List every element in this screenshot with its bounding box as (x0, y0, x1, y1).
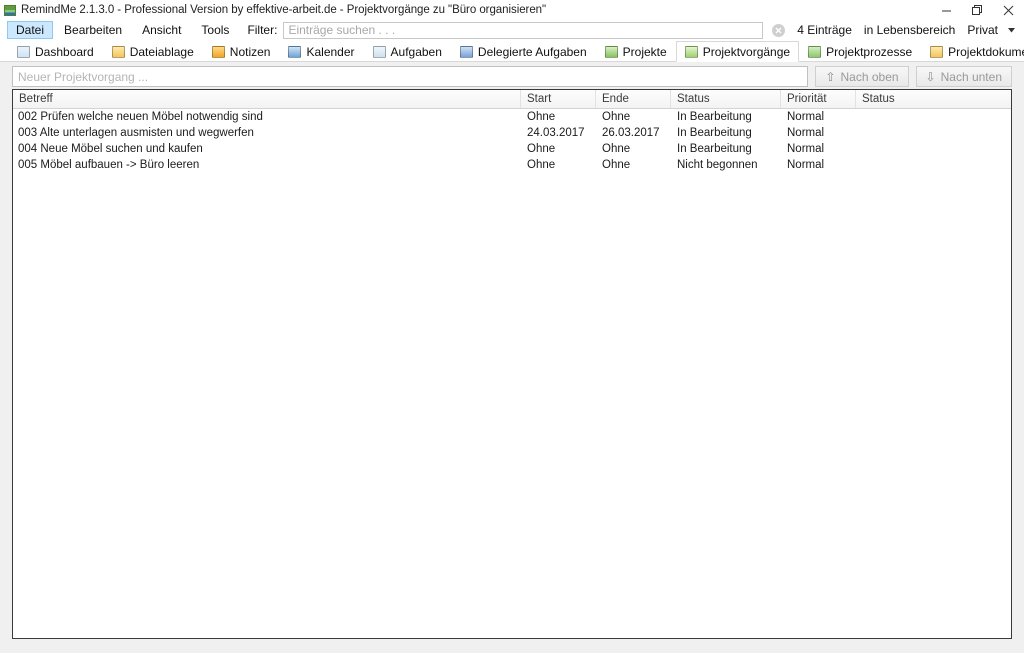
title-bar: RemindMe 2.1.3.0 - Professional Version … (0, 0, 1024, 20)
module-tab-strip: Dashboard Dateiablage Notizen Kalender A… (0, 41, 1024, 62)
cell-prioritaet: Normal (787, 127, 825, 139)
arrow-down-icon: ⇩ (925, 69, 936, 84)
cell-start: Ohne (527, 111, 556, 123)
new-item-toolbar: Neuer Projektvorgang ... ⇧ Nach oben ⇩ N… (12, 66, 1012, 87)
close-button[interactable] (993, 0, 1024, 20)
tab-projekte[interactable]: Projekte (596, 41, 676, 61)
tab-projektdokumente[interactable]: Projektdokumente (921, 41, 1024, 61)
cell-prioritaet: Normal (787, 159, 825, 171)
table-row[interactable]: 002 Prüfen welche neuen Möbel notwendig … (13, 109, 1011, 125)
content-area: Neuer Projektvorgang ... ⇧ Nach oben ⇩ N… (0, 62, 1024, 653)
scope-label: in Lebensbereich (863, 23, 956, 37)
column-header-ende[interactable]: Ende (596, 90, 671, 108)
cell-ende: Ohne (602, 143, 631, 155)
notes-icon (211, 45, 225, 58)
tab-label: Delegierte Aufgaben (477, 44, 587, 59)
cell-status: In Bearbeitung (677, 127, 752, 139)
projektvorgaenge-list: Betreff Start Ende Status Priorität Stat… (12, 89, 1012, 639)
project-processes-icon (808, 45, 822, 58)
tab-kalender[interactable]: Kalender (279, 41, 363, 61)
filter-placeholder: Einträge suchen . . . (288, 23, 396, 37)
cell-betreff: 004 Neue Möbel suchen und kaufen (18, 143, 203, 155)
column-header-prioritaet[interactable]: Priorität (781, 90, 856, 108)
delegated-tasks-icon (459, 45, 473, 58)
cell-betreff: 003 Alte unterlagen ausmisten und wegwer… (18, 127, 254, 139)
scope-select[interactable]: Privat (967, 23, 998, 37)
tab-projektprozesse[interactable]: Projektprozesse (799, 41, 921, 61)
column-header-betreff[interactable]: Betreff (13, 90, 521, 108)
table-row[interactable]: 004 Neue Möbel suchen und kaufen Ohne Oh… (13, 141, 1011, 157)
tab-label: Projektdokumente (948, 44, 1024, 59)
arrow-up-icon: ⇧ (825, 69, 836, 84)
tab-label: Dateiablage (129, 44, 194, 59)
menu-bar: Datei Bearbeiten Ansicht Tools Filter: E… (0, 20, 1024, 40)
list-header-row: Betreff Start Ende Status Priorität Stat… (13, 90, 1011, 109)
new-projektvorgang-input[interactable]: Neuer Projektvorgang ... (12, 66, 809, 87)
application-window: RemindMe 2.1.3.0 - Professional Version … (0, 0, 1024, 653)
tab-label: Dashboard (35, 44, 94, 59)
menu-item-tools[interactable]: Tools (192, 21, 238, 39)
window-controls (931, 0, 1024, 20)
move-up-button[interactable]: ⇧ Nach oben (815, 66, 909, 87)
tab-notizen[interactable]: Notizen (203, 41, 280, 61)
menu-item-datei[interactable]: Datei (7, 21, 54, 39)
tab-projektvorgaenge[interactable]: Projektvorgänge (675, 41, 800, 62)
tab-aufgaben[interactable]: Aufgaben (364, 41, 451, 61)
tab-delegierte-aufgaben[interactable]: Delegierte Aufgaben (451, 41, 596, 61)
tab-dateiablage[interactable]: Dateiablage (103, 41, 203, 61)
chevron-down-icon[interactable] (1004, 20, 1018, 40)
tab-label: Notizen (229, 44, 271, 59)
move-down-label: Nach unten (940, 69, 1002, 84)
tab-dashboard[interactable]: Dashboard (8, 41, 103, 61)
cell-ende: Ohne (602, 159, 631, 171)
tasks-icon (372, 45, 386, 58)
tab-label: Projektprozesse (826, 44, 913, 59)
list-body: 002 Prüfen welche neuen Möbel notwendig … (13, 109, 1011, 173)
project-documents-icon (930, 45, 944, 58)
move-up-label: Nach oben (840, 69, 899, 84)
cell-start: 24.03.2017 (527, 127, 585, 139)
new-item-placeholder: Neuer Projektvorgang ... (18, 69, 149, 84)
tab-label: Kalender (306, 44, 355, 59)
minimize-button[interactable] (931, 0, 962, 20)
menu-item-ansicht[interactable]: Ansicht (133, 21, 190, 39)
cell-status: In Bearbeitung (677, 143, 752, 155)
window-title: RemindMe 2.1.3.0 - Professional Version … (21, 4, 547, 16)
cell-status: In Bearbeitung (677, 111, 752, 123)
cell-betreff: 002 Prüfen welche neuen Möbel notwendig … (18, 111, 263, 123)
menu-status-area: 4 Einträge in Lebensbereich Privat (797, 20, 1024, 40)
restore-button[interactable] (962, 0, 993, 20)
menu-item-bearbeiten[interactable]: Bearbeiten (55, 21, 131, 39)
projects-icon (604, 45, 618, 58)
column-header-start[interactable]: Start (521, 90, 596, 108)
cell-ende: Ohne (602, 111, 631, 123)
folder-icon (111, 45, 125, 58)
cell-start: Ohne (527, 143, 556, 155)
table-row[interactable]: 003 Alte unterlagen ausmisten und wegwer… (13, 125, 1011, 141)
remindme-icon (4, 4, 16, 16)
cell-start: Ohne (527, 159, 556, 171)
entry-count-label: 4 Einträge (797, 23, 852, 37)
move-down-button[interactable]: ⇩ Nach unten (915, 66, 1012, 87)
cell-betreff: 005 Möbel aufbauen -> Büro leeren (18, 159, 200, 171)
cell-ende: 26.03.2017 (602, 127, 660, 139)
cell-prioritaet: Normal (787, 111, 825, 123)
cell-prioritaet: Normal (787, 143, 825, 155)
clear-filter-icon[interactable] (772, 23, 786, 37)
column-header-fortschritt[interactable]: Status (856, 90, 1011, 108)
dashboard-icon (17, 45, 30, 58)
calendar-icon (288, 45, 302, 58)
tab-label: Projektvorgänge (702, 44, 791, 59)
column-header-status[interactable]: Status (671, 90, 781, 108)
project-tasks-icon (684, 45, 698, 58)
filter-search-input[interactable]: Einträge suchen . . . (283, 21, 764, 39)
tab-label: Aufgaben (390, 44, 442, 59)
tab-label: Projekte (622, 44, 667, 59)
cell-status: Nicht begonnen (677, 159, 758, 171)
table-row[interactable]: 005 Möbel aufbauen -> Büro leeren Ohne O… (13, 157, 1011, 173)
filter-label: Filter: (247, 23, 278, 37)
